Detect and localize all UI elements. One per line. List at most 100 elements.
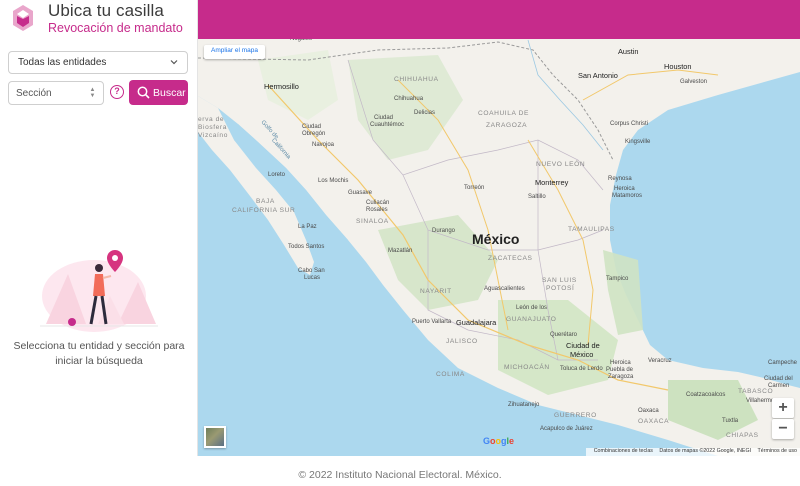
map-label-heroica: Heroica bbox=[614, 186, 635, 192]
footer-copyright: © 2022 Instituto Nacional Electoral. Méx… bbox=[298, 469, 502, 481]
map-label-rosales: Rosales bbox=[366, 207, 388, 213]
map-label-saltillo: Saltillo bbox=[528, 194, 546, 200]
map-label-cdmx-2: México bbox=[570, 350, 594, 359]
map-label-loreto: Loreto bbox=[268, 172, 286, 178]
map-label-todos-santos: Todos Santos bbox=[288, 244, 325, 250]
map-label-monterrey: Monterrey bbox=[535, 178, 569, 187]
map-label-austin: Austin bbox=[618, 47, 639, 56]
search-icon bbox=[137, 86, 150, 99]
entidad-selected-value: Todas las entidades bbox=[18, 57, 107, 68]
map-label-cuauhtemoc-2: Cuauhtémoc bbox=[370, 122, 405, 128]
map-label-oaxaca: OAXACA bbox=[638, 418, 670, 425]
map-label-nayarit: NAYARIT bbox=[420, 288, 452, 295]
map-label-toluca: Toluca de Lerdo bbox=[560, 366, 603, 372]
map-label-coahuila: COAHUILA DE bbox=[478, 110, 529, 117]
map-label-galveston: Galveston bbox=[680, 79, 708, 85]
map-label-zacatecas: ZACATECAS bbox=[488, 255, 533, 262]
map-label-san-luis: SAN LUIS bbox=[542, 277, 577, 284]
google-logo: Google bbox=[483, 436, 515, 446]
map-label-cuauhtemoc-1: Ciudad bbox=[374, 115, 394, 121]
map-label-torreon: Torreón bbox=[464, 185, 485, 191]
map-label-tampico: Tampico bbox=[606, 276, 629, 282]
map-label-coatzacoalcos: Coatzacoalcos bbox=[686, 392, 726, 398]
map-label-puebla-3: Zaragoza bbox=[608, 374, 634, 380]
map-label-michoacan: MICHOACÁN bbox=[504, 364, 550, 371]
map-label-culiacan: Culiacán bbox=[366, 200, 390, 206]
map-label-guadalajara: Guadalajara bbox=[456, 318, 497, 327]
expand-map-link[interactable]: Ampliar el mapa bbox=[204, 45, 265, 59]
search-hint-line2: iniciar la búsqueda bbox=[55, 355, 143, 367]
keyboard-shortcuts-link[interactable]: Combinaciones de teclas bbox=[594, 448, 653, 454]
map-label-mazatlan: Mazatlán bbox=[388, 248, 413, 254]
map-label-chihuahua-state: CHIHUAHUA bbox=[394, 76, 439, 83]
satellite-toggle[interactable] bbox=[204, 426, 226, 448]
map-label-leon: León de los bbox=[516, 305, 548, 311]
map-label-vizcaino: Vizcaíno bbox=[198, 132, 228, 139]
zoom-out-button[interactable]: − bbox=[772, 419, 794, 439]
seccion-field: ▲▼ bbox=[8, 81, 104, 105]
map-label-queretaro: Querétaro bbox=[550, 332, 578, 338]
map-label-guasave: Guasave bbox=[348, 190, 373, 196]
map-label-guerrero: GUERRERO bbox=[554, 412, 597, 419]
map-label-colima: COLIMA bbox=[436, 371, 465, 378]
app-title: Ubica tu casilla bbox=[48, 1, 164, 20]
map-label-zihuatanejo: Zihuatanejo bbox=[508, 402, 540, 408]
map-label-country: México bbox=[472, 231, 520, 247]
map-label-cdmx-1: Ciudad de bbox=[566, 341, 600, 350]
sidebar: Ubica tu casilla Revocación de mandato T… bbox=[0, 0, 198, 456]
map-label-potosi: POTOSÍ bbox=[546, 285, 575, 292]
map-label-navojoa: Navojoa bbox=[312, 142, 335, 148]
footer: © 2022 Instituto Nacional Electoral. Méx… bbox=[0, 456, 800, 486]
map-label-chihuahua-city: Chihuahua bbox=[394, 96, 424, 102]
zoom-in-button[interactable]: + bbox=[772, 398, 794, 418]
map-label-reynosa: Reynosa bbox=[608, 176, 632, 182]
map-label-sinaloa: SINALOA bbox=[356, 218, 389, 225]
search-location-illustration bbox=[40, 250, 158, 332]
map-label-matamoros: Matamoros bbox=[612, 193, 643, 199]
entidad-select[interactable]: Todas las entidades bbox=[8, 51, 188, 74]
map-label-campeche: Campeche bbox=[768, 360, 798, 366]
map-label-durango: Durango bbox=[432, 228, 456, 234]
map-label-california-sur: CALIFORNIA SUR bbox=[232, 207, 296, 214]
map-label-acapulco: Acapulco de Juárez bbox=[540, 426, 593, 432]
ine-logo-icon bbox=[13, 5, 33, 31]
map-attribution: Combinaciones de teclas Datos de mapas ©… bbox=[585, 448, 800, 456]
map-label-la-paz: La Paz bbox=[298, 224, 317, 230]
map-label-nuevo-leon: NUEVO LEÓN bbox=[536, 161, 586, 168]
map-label-baja: BAJA bbox=[256, 198, 275, 205]
map-label-puebla-2: Puebla de bbox=[606, 367, 634, 373]
map-view[interactable]: Nogales Austin Houston San Antonio Galve… bbox=[198, 0, 800, 456]
map-label-puebla-1: Heroica bbox=[610, 360, 631, 366]
map-label-biosfera-2: Biosfera bbox=[198, 124, 227, 131]
map-label-corpus-christi: Corpus Christi bbox=[610, 121, 649, 127]
map-label-puerto-vallarta: Puerto Vallarta bbox=[412, 319, 452, 325]
seccion-input[interactable] bbox=[16, 83, 86, 103]
map-top-banner bbox=[198, 0, 800, 39]
map-label-tamaulipas: TAMAULIPAS bbox=[568, 226, 615, 233]
seccion-stepper[interactable]: ▲ ▼ bbox=[89, 87, 96, 99]
map-label-ciudad-obregon-2: Obregón bbox=[302, 131, 326, 137]
map-data-credit: Datos de mapas ©2022 Google, INEGI bbox=[659, 448, 752, 454]
help-icon[interactable]: ? bbox=[110, 85, 124, 99]
map-label-san-antonio: San Antonio bbox=[578, 71, 618, 80]
chevron-down-icon bbox=[170, 60, 178, 65]
map-label-ciudad-obregon-1: Ciudad bbox=[302, 124, 322, 130]
map-label-delicias: Delicias bbox=[414, 110, 436, 116]
map-label-houston: Houston bbox=[664, 62, 692, 71]
map-label-cabo-2: Lucas bbox=[304, 275, 321, 281]
buscar-button[interactable]: Buscar bbox=[129, 80, 188, 105]
map-label-chiapas: CHIAPAS bbox=[726, 432, 759, 439]
terms-link[interactable]: Términos de uso bbox=[758, 448, 797, 454]
app-subtitle: Revocación de mandato bbox=[48, 21, 183, 35]
map-label-cabo-1: Cabo San bbox=[298, 268, 325, 274]
map-label-tuxtla: Tuxtla bbox=[722, 418, 739, 424]
map-label-aguascalientes: Aguascalientes bbox=[484, 286, 525, 292]
map-label-tabasco: TABASCO bbox=[738, 388, 774, 395]
map-label-guanajuato: GUANAJUATO bbox=[506, 316, 557, 323]
map-label-hermosillo: Hermosillo bbox=[264, 82, 299, 91]
map-label-biosfera-1: erva de bbox=[198, 116, 225, 123]
map-base-layer bbox=[198, 39, 800, 456]
map-label-ciudad-carmen-1: Ciudad del bbox=[764, 376, 793, 382]
map-label-zaragoza: ZARAGOZA bbox=[486, 122, 528, 129]
map-label-oaxaca-city: Oaxaca bbox=[638, 408, 659, 414]
